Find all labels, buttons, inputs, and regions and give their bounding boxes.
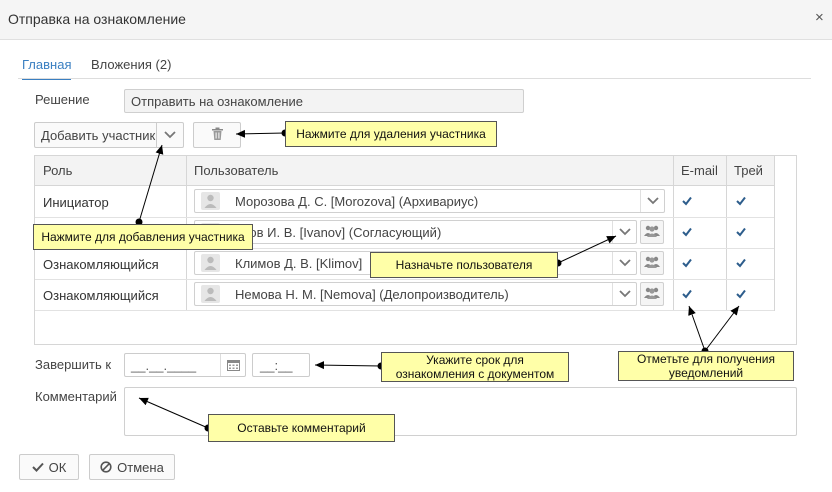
email-checkbox[interactable]	[681, 226, 693, 238]
time-input[interactable]: __:__	[252, 353, 310, 377]
callout-delete-participant: Нажмите для удаления участника	[285, 121, 497, 147]
users-icon	[643, 224, 661, 241]
finish-label: Завершить к	[35, 357, 112, 372]
chevron-down-icon[interactable]	[640, 190, 664, 212]
add-participant-label: Добавить участник	[41, 128, 156, 143]
row-divider	[35, 310, 774, 311]
tray-checkbox[interactable]	[735, 288, 747, 300]
user-select[interactable]: анов И. В. [Ivanov] (Согласующий)	[194, 220, 637, 244]
callout-deadline-line1: Укажите срок для	[426, 353, 524, 367]
cancel-button[interactable]: Отмена	[89, 454, 175, 480]
callout-comment: Оставьте комментарий	[208, 414, 395, 442]
email-checkbox[interactable]	[681, 195, 693, 207]
avatar	[201, 192, 220, 210]
select-group-button[interactable]	[640, 220, 664, 244]
cancel-label: Отмена	[117, 459, 164, 475]
user-name: Морозова Д. С. [Morozova] (Архивариус)	[235, 194, 479, 209]
column-header-role[interactable]: Роль	[35, 156, 186, 186]
row-divider	[35, 279, 774, 280]
column-divider	[673, 156, 674, 311]
check-icon	[31, 462, 44, 472]
column-header-email[interactable]: E-mail	[673, 156, 726, 186]
delete-participant-button[interactable]	[193, 122, 241, 148]
calendar-icon[interactable]	[220, 354, 245, 376]
tab-divider	[18, 78, 811, 79]
avatar	[201, 285, 220, 303]
decision-label: Решение	[35, 92, 90, 107]
ok-label: ОК	[48, 459, 67, 475]
avatar	[201, 254, 220, 272]
users-icon	[643, 255, 661, 272]
chevron-down-icon[interactable]	[612, 283, 636, 305]
time-placeholder: __:__	[260, 358, 293, 373]
row-role: Ознакомляющийся	[43, 288, 159, 303]
comment-label: Комментарий	[35, 389, 117, 404]
row-role: Инициатор	[43, 195, 109, 210]
close-icon[interactable]: ×	[815, 9, 824, 26]
column-divider	[726, 156, 727, 311]
callout-deadline: Укажите срок для ознакомления с документ…	[381, 352, 569, 382]
tray-checkbox[interactable]	[735, 195, 747, 207]
tab-attachments[interactable]: Вложения (2)	[91, 57, 171, 78]
callout-notifications: Отметьте для получения уведомлений	[618, 351, 794, 381]
callout-notify-line2: уведомлений	[668, 366, 744, 380]
ok-button[interactable]: ОК	[19, 454, 79, 480]
tray-checkbox[interactable]	[735, 226, 747, 238]
user-name: Климов Д. В. [Klimov]	[235, 256, 363, 271]
tab-main[interactable]: Главная	[22, 57, 72, 80]
tray-checkbox[interactable]	[735, 257, 747, 269]
date-placeholder: __.__.____	[131, 358, 197, 373]
callout-add-participant: Нажмите для добавления участника	[33, 224, 253, 250]
ban-icon	[100, 461, 112, 473]
users-icon	[643, 286, 661, 303]
decision-field[interactable]: Отправить на ознакомление	[124, 89, 524, 113]
date-input[interactable]: __.__.____	[124, 353, 246, 377]
column-header-user[interactable]: Пользователь	[186, 156, 673, 186]
add-participant-dropdown[interactable]: Добавить участник	[34, 122, 184, 148]
email-checkbox[interactable]	[681, 288, 693, 300]
callout-deadline-line2: ознакомления с документом	[395, 367, 555, 381]
column-divider	[774, 156, 775, 311]
user-name: анов И. В. [Ivanov] (Согласующий)	[235, 225, 442, 240]
callout-assign-user: Назначьте пользователя	[370, 252, 558, 278]
chevron-down-icon[interactable]	[612, 252, 636, 274]
column-header-tray[interactable]: Трей	[726, 156, 774, 186]
user-select[interactable]: Немова Н. М. [Nemova] (Делопроизводитель…	[194, 282, 637, 306]
select-group-button[interactable]	[640, 251, 664, 275]
user-select[interactable]: Морозова Д. С. [Morozova] (Архивариус)	[194, 189, 665, 213]
row-role: Ознакомляющийся	[43, 257, 159, 272]
email-checkbox[interactable]	[681, 257, 693, 269]
callout-notify-line1: Отметьте для получения	[636, 352, 776, 366]
chevron-down-icon[interactable]	[612, 221, 636, 243]
dialog-title: Отправка на ознакомление	[8, 11, 186, 27]
row-divider	[35, 217, 774, 218]
user-name: Немова Н. М. [Nemova] (Делопроизводитель…	[235, 287, 509, 302]
trash-icon	[211, 127, 224, 144]
chevron-down-icon[interactable]	[156, 123, 183, 147]
select-group-button[interactable]	[640, 282, 664, 306]
